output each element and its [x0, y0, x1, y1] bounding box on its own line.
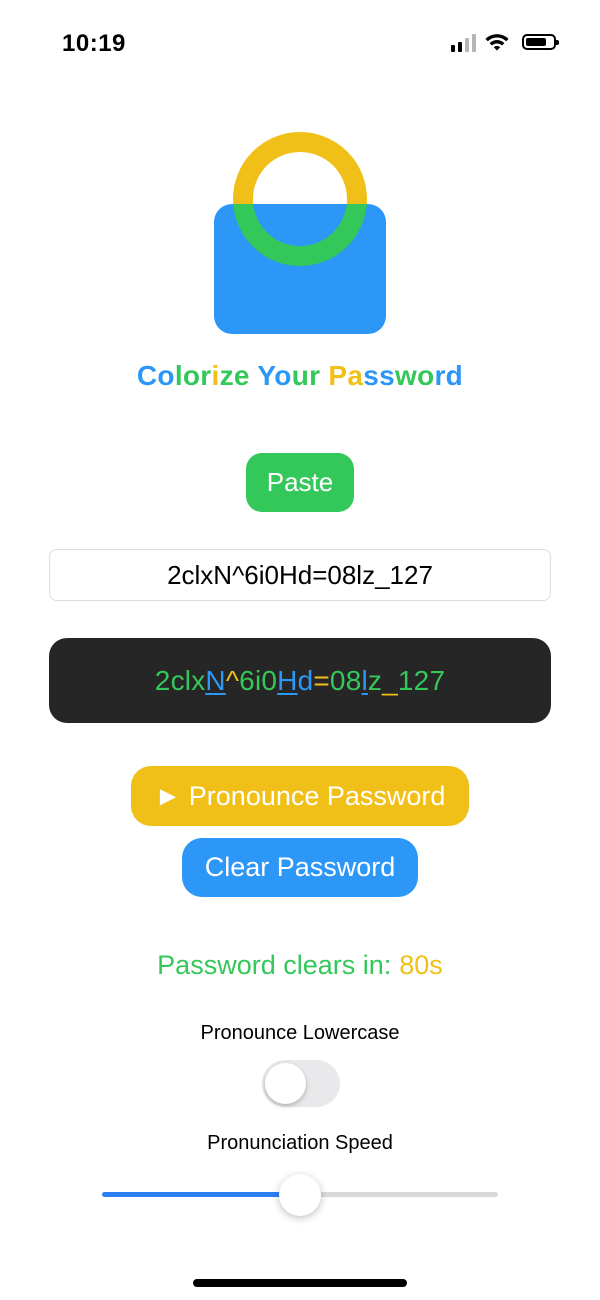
- password-char-15: z: [367, 664, 383, 696]
- colorized-password-text: 2clxN^6i0Hd=08lz_127: [155, 665, 445, 697]
- title-word-colorize-i: i: [211, 360, 220, 391]
- pronounce-lowercase-label: Pronounce Lowercase: [200, 1022, 400, 1044]
- title-word-colorize-co: Co: [136, 360, 175, 391]
- app-title: Colorize Your Password: [0, 360, 600, 392]
- clear-timer: Password clears in: 80s: [0, 950, 600, 981]
- password-char-17: 1: [397, 664, 414, 696]
- timer-label: Password clears in:: [157, 950, 392, 980]
- slider-thumb[interactable]: [279, 1174, 321, 1216]
- password-char-4: N: [205, 664, 226, 696]
- cellular-signal-icon: [451, 32, 476, 52]
- pronunciation-speed-slider[interactable]: [102, 1172, 498, 1218]
- password-char-6: 6: [239, 664, 255, 696]
- toggle-knob: [265, 1063, 306, 1104]
- status-bar: 10:19: [0, 0, 600, 90]
- title-word-password-ss: ss: [363, 360, 395, 391]
- password-char-0: 2: [154, 664, 171, 696]
- password-char-11: =: [313, 664, 330, 696]
- password-char-13: 8: [345, 664, 362, 696]
- password-input[interactable]: [49, 549, 551, 601]
- paste-button[interactable]: Paste: [246, 453, 354, 512]
- password-char-8: 0: [261, 664, 278, 696]
- wifi-icon: [485, 34, 509, 51]
- password-char-12: 0: [329, 664, 346, 696]
- password-char-16: _: [382, 664, 398, 696]
- home-indicator: [193, 1279, 407, 1287]
- pronounce-lowercase-toggle[interactable]: [262, 1060, 340, 1107]
- password-char-1: c: [170, 664, 185, 696]
- colorized-password-display: 2clxN^6i0Hd=08lz_127: [49, 638, 551, 723]
- pronounce-password-button[interactable]: ► Pronounce Password: [131, 766, 469, 826]
- timer-value: 80s: [399, 950, 443, 980]
- status-time: 10:19: [62, 30, 126, 57]
- password-char-10: d: [297, 664, 314, 696]
- password-char-18: 2: [413, 664, 430, 696]
- status-icons: [451, 32, 559, 52]
- title-word-colorize-ze: ze: [219, 360, 250, 391]
- colored-lock-icon: [214, 132, 386, 334]
- clear-password-button[interactable]: Clear Password: [182, 838, 418, 897]
- title-word-password-p: P: [328, 360, 348, 391]
- title-word-password-wo: wo: [395, 360, 435, 391]
- battery-icon: [522, 34, 559, 50]
- title-word-password-a: a: [347, 360, 364, 391]
- title-word-password-rd: rd: [434, 360, 464, 391]
- password-char-5: ^: [225, 664, 240, 696]
- password-char-19: 7: [429, 664, 446, 696]
- title-word-your-ur: ur: [291, 360, 321, 391]
- pronunciation-speed-label: Pronunciation Speed: [207, 1132, 393, 1154]
- password-char-9: H: [277, 664, 298, 696]
- title-word-colorize-lor: lor: [174, 360, 212, 391]
- title-word-your-yo: Yo: [257, 360, 292, 391]
- slider-fill: [102, 1192, 300, 1197]
- password-char-3: x: [191, 664, 206, 696]
